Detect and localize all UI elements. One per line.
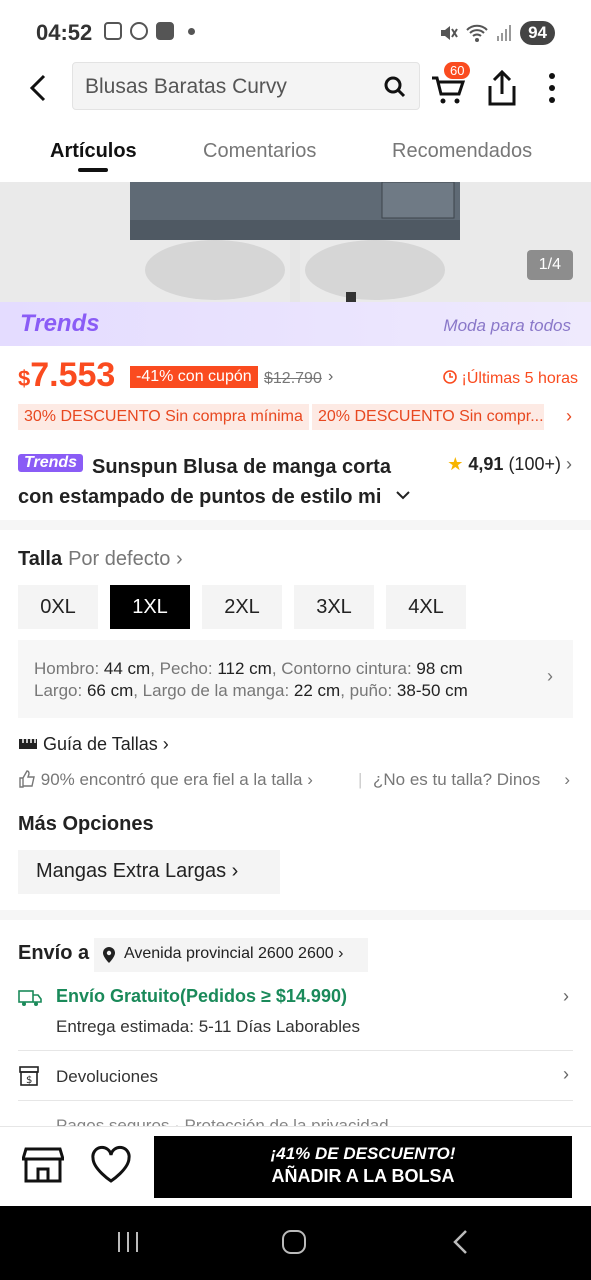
location-pin-icon — [103, 947, 115, 963]
section-separator — [0, 520, 591, 530]
clock-icon — [443, 370, 457, 384]
delivery-estimate: Entrega estimada: 5-11 Días Laborables — [56, 1017, 360, 1036]
tab-recomendados[interactable]: Recomendados — [392, 140, 532, 163]
chevron-right-icon[interactable]: › — [563, 1064, 569, 1085]
size-guide-link[interactable]: Guía de Tallas › — [18, 734, 169, 755]
chevron-down-icon[interactable] — [396, 490, 410, 500]
more-options-title: Más Opciones — [18, 813, 154, 835]
size-2xl[interactable]: 2XL — [202, 585, 282, 629]
image-counter: 1/4 — [526, 250, 573, 280]
system-navigation-bar — [0, 1206, 591, 1280]
status-bar: 04:52 94 — [0, 0, 591, 62]
timer-label: ¡Últimas 5 horas — [443, 370, 578, 388]
price-row: $7.553 -41% con cupón $12.790 › ¡Últimas… — [18, 356, 578, 400]
not-your-size-link[interactable]: ¿No es tu talla? Dinos — [373, 770, 540, 790]
coupon-30[interactable]: 30% DESCUENTO Sin compra mínima — [18, 404, 309, 430]
search-icon[interactable] — [383, 75, 407, 99]
signal-icon — [497, 25, 512, 41]
address-selector[interactable]: Avenida provincial 2600 2600 › — [94, 938, 368, 972]
screenshot-icon — [104, 22, 122, 40]
svg-text:$: $ — [26, 1075, 32, 1086]
chevron-right-icon: › — [547, 666, 553, 686]
original-price[interactable]: $12.790 — [264, 370, 322, 388]
cta-label: AÑADIR A LA BOLSA — [271, 1166, 455, 1186]
size-options: 0XL 1XL 2XL 3XL 4XL — [18, 585, 466, 629]
truck-icon — [18, 990, 42, 1006]
coupon-row[interactable]: 30% DESCUENTO Sin compra mínima 20% DESC… — [18, 404, 578, 432]
recents-icon[interactable] — [114, 1228, 142, 1256]
share-icon[interactable] — [484, 68, 520, 108]
size-4xl[interactable]: 4XL — [386, 585, 466, 629]
trends-logo: Trends — [20, 310, 100, 337]
cta-discount-text: ¡41% DE DESCUENTO! — [270, 1144, 456, 1163]
fit-percentage[interactable]: 90% encontró que era fiel a la talla — [41, 770, 303, 789]
trends-slogan: Moda para todos — [443, 316, 571, 335]
notification-icons — [104, 22, 195, 40]
top-bar: Blusas Baratas Curvy 60 — [0, 62, 591, 114]
add-to-bag-button[interactable]: ¡41% DE DESCUENTO! AÑADIR A LA BOLSA — [154, 1136, 572, 1198]
star-icon: ★ — [447, 454, 464, 474]
tab-articulos[interactable]: Artículos — [50, 140, 137, 163]
active-tab-indicator — [78, 168, 108, 172]
ruler-icon — [19, 739, 37, 749]
fit-feedback-row: 90% encontró que era fiel a la talla › |… — [18, 770, 578, 790]
system-back-icon[interactable] — [448, 1228, 476, 1256]
bottom-action-bar: ¡41% DE DESCUENTO! AÑADIR A LA BOLSA — [0, 1126, 591, 1206]
trends-banner[interactable]: Trends Moda para todos — [0, 302, 591, 346]
back-arrow-icon[interactable] — [22, 72, 54, 104]
check-icon — [156, 22, 174, 40]
wifi-icon — [466, 24, 488, 42]
size-1xl[interactable]: 1XL — [110, 585, 190, 629]
mute-icon — [441, 26, 458, 40]
size-default[interactable]: Por defecto — [68, 548, 170, 570]
current-price: $7.553 — [18, 356, 116, 394]
tab-comentarios[interactable]: Comentarios — [203, 140, 316, 163]
cart-button[interactable]: 60 — [430, 62, 471, 108]
thumbs-up-icon — [19, 770, 35, 788]
sleeve-option-chip[interactable]: Mangas Extra Largas › — [18, 850, 280, 894]
dot-icon — [188, 27, 195, 35]
chevron-right-icon[interactable]: › — [566, 406, 572, 427]
chevron-right-icon: › — [328, 368, 334, 385]
ship-to-label: Envío a — [18, 942, 90, 964]
clock: 04:52 — [36, 20, 93, 45]
size-measurements[interactable]: Hombro: 44 cm, Pecho: 112 cm, Contorno c… — [18, 640, 573, 718]
discount-badge: -41% con cupón — [130, 366, 258, 388]
battery-indicator: 94 — [520, 21, 555, 45]
divider — [18, 1050, 573, 1051]
store-icon[interactable] — [22, 1145, 64, 1185]
size-0xl[interactable]: 0XL — [18, 585, 98, 629]
product-title-row: Sunspun Blusa de manga corta con estampa… — [18, 450, 578, 510]
product-image[interactable]: 1/4 — [0, 182, 591, 302]
section-separator — [0, 910, 591, 920]
home-icon[interactable] — [280, 1228, 308, 1256]
search-value: Blusas Baratas Curvy — [85, 75, 287, 98]
returns-box-icon: $ — [19, 1066, 39, 1086]
size-header: Talla Por defecto › — [18, 548, 183, 570]
cart-badge: 60 — [444, 62, 471, 79]
tiktok-icon — [130, 22, 148, 40]
size-3xl[interactable]: 3XL — [294, 585, 374, 629]
product-rating[interactable]: ★ 4,91 (100+) › — [447, 454, 572, 475]
product-photo — [0, 182, 591, 302]
divider — [18, 1100, 573, 1101]
free-shipping-label[interactable]: Envío Gratuito(Pedidos ≥ $14.990) — [56, 986, 347, 1007]
search-input[interactable]: Blusas Baratas Curvy — [72, 62, 420, 110]
section-tabs: Artículos Comentarios Recomendados — [0, 126, 591, 182]
measurement-text: Hombro: 44 cm, Pecho: 112 cm, Contorno c… — [34, 659, 468, 700]
trends-tag: Trends — [18, 454, 84, 472]
returns-label[interactable]: Devoluciones — [56, 1067, 158, 1087]
size-label: Talla — [18, 548, 63, 570]
coupon-20[interactable]: 20% DESCUENTO Sin compr... — [312, 404, 544, 430]
heart-icon[interactable] — [90, 1145, 132, 1185]
chevron-right-icon[interactable]: › — [563, 986, 569, 1007]
more-options-icon[interactable] — [540, 70, 564, 106]
